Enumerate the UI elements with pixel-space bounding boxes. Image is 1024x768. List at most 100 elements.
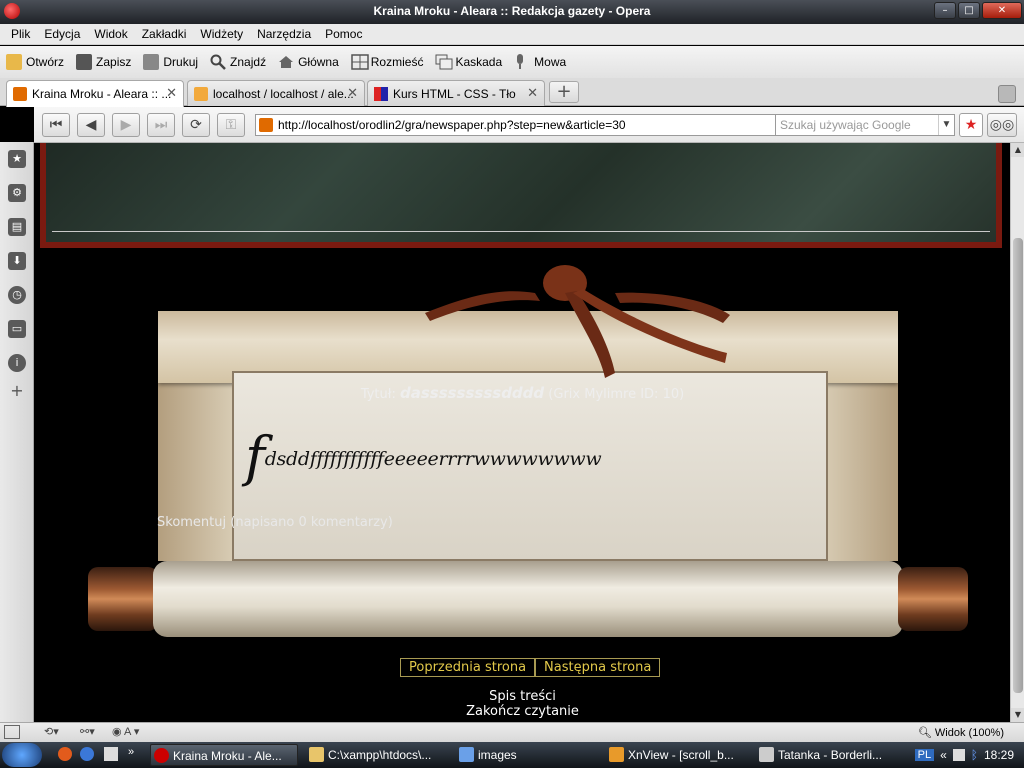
url-text: http://localhost/orodlin2/gra/newspaper.… (278, 118, 626, 132)
address-field[interactable]: http://localhost/orodlin2/gra/newspaper.… (255, 114, 803, 136)
folder-icon (309, 747, 324, 762)
new-tab-button[interactable]: + (549, 81, 579, 103)
fast-forward-button[interactable]: ⏭ (147, 113, 175, 137)
menu-widzety[interactable]: Widżety (193, 27, 250, 41)
end-reading-link[interactable]: Zakończ czytanie (35, 704, 1010, 719)
vertical-scrollbar[interactable]: ▲ ▼ (1010, 143, 1024, 722)
tile-windows-icon (351, 54, 369, 70)
folder-icon (6, 54, 22, 70)
close-tab-icon[interactable]: ✕ (527, 85, 538, 101)
status-bar: ⟲▾ ⚯▾ ◉ A ▾ 🔍︎ Widok (100%) (0, 722, 1024, 742)
menu-widok[interactable]: Widok (87, 27, 134, 41)
bottom-links: Spis treści Zakończ czytanie (35, 689, 1010, 719)
tray-app-icon[interactable] (952, 749, 965, 761)
tab-label: Kraina Mroku - Aleara :: ... (32, 87, 172, 101)
menu-pomoc[interactable]: Pomoc (318, 27, 369, 41)
downloads-icon[interactable]: ⬇ (8, 252, 26, 270)
ie-quicklaunch-icon[interactable] (80, 747, 94, 761)
taskbar-item-explorer[interactable]: C:\xampp\htdocs\... (306, 744, 452, 766)
panel-toggle-icon[interactable] (4, 725, 20, 739)
trash-icon[interactable] (998, 85, 1016, 103)
menu-zakladki[interactable]: Zakładki (135, 27, 194, 41)
menu-plik[interactable]: Plik (4, 27, 37, 41)
article-body: fdsddfffffffffffeeeeerrrrwwwwwwww (245, 425, 602, 488)
home-button[interactable]: Główna (278, 54, 339, 70)
notes-icon[interactable]: ▤ (8, 218, 26, 236)
menu-bar: Plik Edycja Widok Zakładki Widżety Narzę… (0, 24, 1024, 45)
tab-kraina-mroku[interactable]: Kraina Mroku - Aleara :: ... ✕ (6, 80, 184, 107)
reload-button[interactable]: ⟳ (182, 113, 210, 137)
close-tab-icon[interactable]: ✕ (166, 85, 177, 101)
taskbar-item-tatanka[interactable]: Tatanka - Borderli... (756, 744, 902, 766)
close-tab-icon[interactable]: ✕ (347, 85, 358, 101)
next-page-button[interactable]: Następna strona (535, 658, 661, 677)
menu-narzedzia[interactable]: Narzędzia (250, 27, 318, 41)
taskbar-item-opera[interactable]: Kraina Mroku - Ale... (150, 744, 298, 766)
search-input[interactable]: Szukaj używając Google ▼ (775, 114, 955, 136)
cascade-button[interactable]: Kaskada (435, 54, 502, 70)
open-button[interactable]: Otwórz (6, 54, 64, 70)
speed-dial-icon[interactable]: ★ (959, 113, 983, 137)
bluetooth-icon[interactable]: ᛒ (971, 748, 978, 762)
tatanka-icon (759, 747, 774, 762)
close-window-button[interactable]: ✕ (982, 2, 1022, 19)
windows-icon[interactable]: ▭ (8, 320, 26, 338)
start-button[interactable] (2, 743, 42, 767)
toc-link[interactable]: Spis treści (35, 689, 1010, 704)
unite-icon[interactable]: ⚯▾ (80, 725, 95, 738)
wand-key-button[interactable]: ⚿ (217, 113, 245, 137)
quicklaunch-more-icon[interactable]: » (128, 746, 134, 758)
cascade-label: Kaskada (455, 55, 503, 69)
tray-expand-icon[interactable]: « (940, 748, 947, 762)
info-icon[interactable]: i (8, 354, 26, 372)
binoculars-icon[interactable]: ◎◎ (987, 113, 1017, 137)
printer-icon (143, 54, 160, 70)
save-button[interactable]: Zapisz (76, 54, 131, 70)
scroll-up-arrow-icon[interactable]: ▲ (1011, 143, 1024, 157)
tab-kurs-html[interactable]: Kurs HTML - CSS - Tło ✕ (367, 80, 545, 106)
main-toolbar: Otwórz Zapisz Drukuj Znajdź Główna Rozmi… (0, 46, 1024, 78)
history-clock-icon[interactable]: ◷ (8, 286, 26, 304)
taskbar-item-xnview[interactable]: XnView - [scroll_b... (606, 744, 752, 766)
back-button[interactable]: ◀ (77, 113, 105, 137)
prev-page-button[interactable]: Poprzednia strona (400, 658, 536, 677)
scroll-thumb[interactable] (1013, 238, 1023, 693)
sync-icon[interactable]: ⟲▾ (44, 725, 59, 738)
chevron-down-icon[interactable]: ▼ (938, 115, 954, 135)
page-content: Tytuł: dasssssssssdddd (Grix Mylimre ID:… (35, 143, 1010, 722)
app-quicklaunch-icon[interactable] (104, 747, 118, 761)
language-indicator[interactable]: PL (914, 749, 935, 761)
ribbon-bow-icon (425, 265, 730, 378)
scroll-down-arrow-icon[interactable]: ▼ (1011, 708, 1024, 722)
widgets-gear-icon[interactable]: ⚙ (8, 184, 26, 202)
tile-button[interactable]: Rozmieść (351, 54, 423, 70)
turbo-icon[interactable]: ◉ A ▾ (112, 725, 139, 738)
cascade-windows-icon (435, 54, 453, 70)
clock[interactable]: 18:29 (984, 748, 1014, 762)
rewind-button[interactable]: ⏮ (42, 113, 70, 137)
menu-edycja[interactable]: Edycja (37, 27, 87, 41)
forward-button[interactable]: ▶ (112, 113, 140, 137)
find-button[interactable]: Znajdź (210, 54, 266, 70)
window-controls: – □ ✕ (934, 2, 1022, 19)
voice-label: Mowa (534, 55, 567, 69)
print-button[interactable]: Drukuj (143, 54, 198, 70)
comment-link[interactable]: Skomentuj (napisano 0 komentarzy) (157, 515, 393, 530)
windows-taskbar: » Kraina Mroku - Ale... C:\xampp\htdocs\… (0, 742, 1024, 768)
taskbar-label: images (478, 748, 517, 762)
phpmyadmin-favicon-icon (194, 86, 208, 101)
tab-phpmyadmin[interactable]: localhost / localhost / ale... ✕ (187, 80, 365, 106)
taskbar-item-images[interactable]: images (456, 744, 602, 766)
firefox-quicklaunch-icon[interactable] (58, 747, 72, 761)
zoom-indicator[interactable]: 🔍︎ Widok (100%) (918, 726, 1004, 739)
search-placeholder: Szukaj używając Google (780, 118, 911, 132)
bookmarks-icon[interactable]: ★ (8, 150, 26, 168)
xampp-favicon-icon (259, 118, 273, 132)
print-label: Drukuj (163, 55, 199, 69)
maximize-button[interactable]: □ (958, 2, 980, 19)
add-panel-icon[interactable]: + (8, 382, 26, 400)
voice-button[interactable]: Mowa (514, 54, 566, 70)
taskbar-label: XnView - [scroll_b... (628, 748, 734, 762)
microphone-icon (514, 54, 530, 70)
minimize-button[interactable]: – (934, 2, 956, 19)
